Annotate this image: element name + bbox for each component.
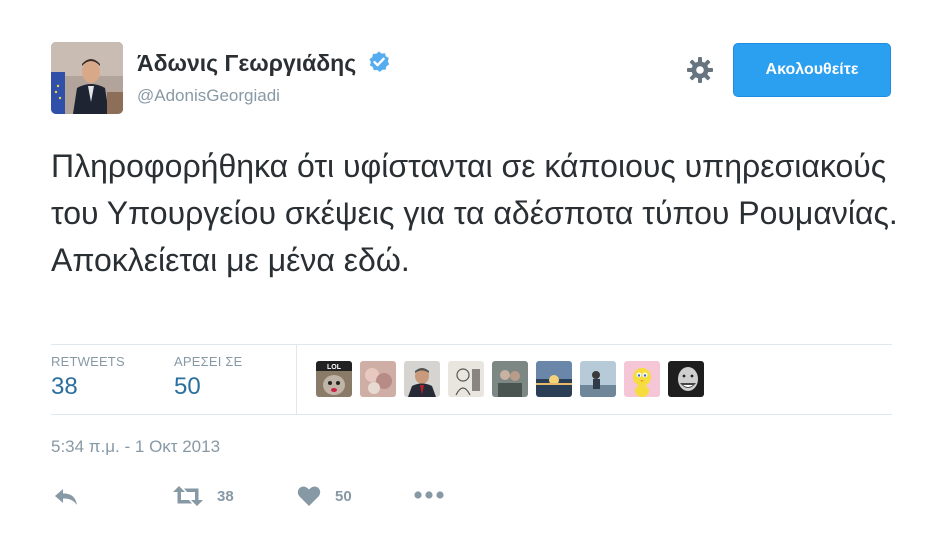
retweet-button[interactable]: 38 [173,485,234,507]
retweet-icon [173,486,203,506]
reply-icon [55,489,77,505]
like-button[interactable]: 50 [297,485,352,507]
liker-avatar-pier[interactable] [580,361,616,397]
follow-button[interactable]: Ακολουθείτε [733,43,891,97]
liker-avatar-tweety[interactable] [624,361,660,397]
liker-lol-text: LOL [327,364,342,371]
retweets-stat[interactable]: RETWEETS 38 [51,354,125,401]
retweet-count[interactable]: 38 [217,488,234,505]
liker-avatar-smiling-man[interactable] [668,361,704,397]
stats-bottom-divider [51,414,892,415]
stats-top-divider [51,344,892,345]
liker-avatar-lol-cat[interactable]: LOL [316,361,352,397]
display-name[interactable]: Άδωνις Γεωργιάδης [137,50,391,80]
liker-avatars: LOL [316,361,704,397]
likes-stat[interactable]: ΑΡΕΣΕΙ ΣΕ 50 [174,354,242,401]
liker-avatar-sketch[interactable] [448,361,484,397]
retweets-label: RETWEETS [51,354,125,369]
gear-icon[interactable] [686,56,714,84]
tweet-text: Πληροφορήθηκα ότι υφίστανται σε κάποιους… [51,148,898,278]
like-count[interactable]: 50 [335,488,352,505]
liker-avatar-flowers[interactable] [360,361,396,397]
screen-name[interactable]: @AdonisGeorgiadi [137,86,280,106]
liker-avatar-man-suit[interactable] [404,361,440,397]
stats-vertical-divider [296,345,297,414]
more-button[interactable] [414,491,444,499]
more-dots-icon [414,491,444,499]
profile-avatar[interactable] [51,42,123,114]
reply-button[interactable] [53,487,79,507]
display-name-text[interactable]: Άδωνις Γεωργιάδης [137,50,356,76]
likes-value[interactable]: 50 [174,373,242,401]
tweet-timestamp[interactable]: 5:34 π.μ. - 1 Οκτ 2013 [51,437,220,457]
liker-avatar-couple[interactable] [492,361,528,397]
likes-label: ΑΡΕΣΕΙ ΣΕ [174,354,243,369]
retweets-value[interactable]: 38 [51,373,125,401]
liker-avatar-sunset[interactable] [536,361,572,397]
verified-badge-icon [367,50,391,80]
heart-icon [297,486,321,506]
